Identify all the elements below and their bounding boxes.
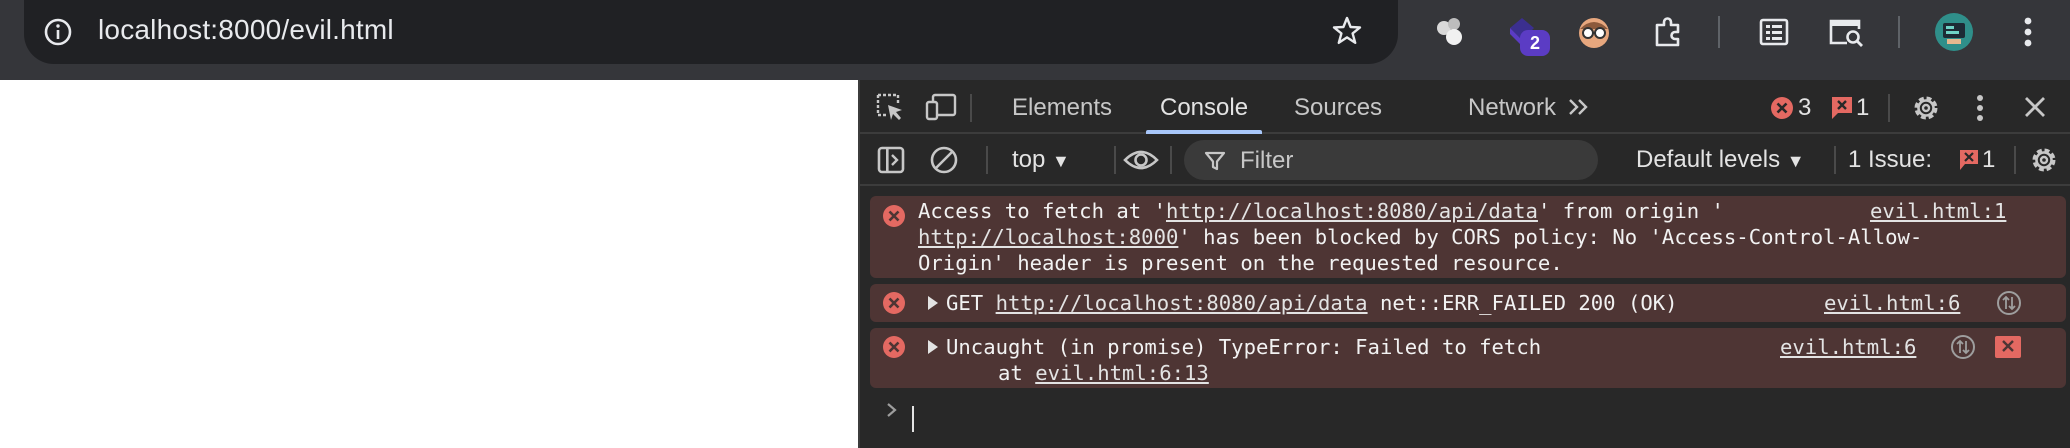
filter-placeholder: Filter: [1240, 147, 1294, 174]
message-line: Access to fetch at 'http://localhost:808…: [918, 198, 1724, 224]
console-settings-gear-icon[interactable]: [2028, 144, 2060, 176]
message-url-link[interactable]: http://localhost:8080/api/data: [1166, 199, 1538, 223]
request-url-link[interactable]: http://localhost:8080/api/data: [996, 291, 1368, 315]
issue-flag-icon[interactable]: [1830, 95, 1854, 121]
issues-label: 1 Issue:: [1848, 146, 1933, 173]
tab-elements[interactable]: Elements: [1012, 94, 1112, 122]
message-text: at: [998, 361, 1023, 385]
source-link[interactable]: evil.html:6: [1780, 334, 1916, 360]
message-text: Uncaught (in promise) TypeError: Failed …: [946, 335, 1542, 359]
context-value: top: [1012, 146, 1046, 173]
console-error-message[interactable]: GET http://localhost:8080/api/data net::…: [870, 284, 2066, 322]
message-text: ' from origin ': [1537, 199, 1724, 223]
devtools-menu-icon[interactable]: [1970, 92, 1990, 124]
message-text: ' has been blocked by CORS policy: No 'A…: [1178, 225, 1923, 249]
tab-search-icon[interactable]: [1826, 12, 1866, 52]
expand-triangle-icon[interactable]: [928, 340, 938, 354]
chevron-down-icon: ▼: [1052, 151, 1070, 171]
error-icon: [882, 291, 906, 315]
settings-gear-icon[interactable]: [1910, 92, 1942, 124]
page-viewport[interactable]: [0, 80, 858, 448]
message-text: net::ERR_FAILED 200 (OK): [1379, 291, 1678, 315]
filter-funnel-icon: [1202, 148, 1228, 174]
chevron-down-icon: ▼: [1786, 151, 1805, 171]
error-icon: [882, 204, 906, 228]
devtools-tab-bar: Elements Console Sources Network 3 1: [860, 80, 2070, 134]
more-menu-icon[interactable]: [2008, 12, 2048, 52]
message-line: at evil.html:6:13: [998, 360, 1209, 386]
toolbar-separator: [1718, 16, 1720, 48]
url-text[interactable]: localhost:8000/evil.html: [98, 14, 394, 46]
profile-avatar-icon[interactable]: [1934, 12, 1974, 52]
console-prompt-chevron-icon: [882, 398, 902, 422]
network-request-icon[interactable]: [1996, 290, 2022, 316]
tab-separator: [1888, 94, 1890, 122]
toolbar-separator: [2014, 146, 2016, 174]
console-input[interactable]: [912, 406, 914, 432]
close-devtools-icon[interactable]: [2020, 92, 2050, 122]
device-toolbar-icon[interactable]: [924, 91, 958, 123]
live-expression-eye-icon[interactable]: [1116, 144, 1166, 176]
reading-list-icon[interactable]: [1754, 12, 1794, 52]
clear-console-icon[interactable]: [928, 144, 960, 176]
tab-sources[interactable]: Sources: [1294, 94, 1382, 122]
message-line: GET http://localhost:8080/api/data net::…: [946, 290, 1678, 316]
console-error-message[interactable]: Uncaught (in promise) TypeError: Failed …: [870, 328, 2066, 388]
request-method: GET: [946, 291, 984, 315]
log-levels-dropdown[interactable]: Default levels ▼: [1636, 146, 1805, 174]
expand-triangle-icon[interactable]: [928, 296, 938, 310]
stack-frame-link[interactable]: evil.html:6:13: [1035, 361, 1209, 385]
network-request-icon[interactable]: [1950, 334, 1976, 360]
tab-separator: [970, 94, 972, 122]
message-text: Origin' header is present on the request…: [918, 251, 1563, 275]
execution-context-select[interactable]: top ▼: [1012, 146, 1070, 174]
error-count[interactable]: 3: [1798, 94, 1811, 122]
message-line: http://localhost:8000' has been blocked …: [918, 224, 1922, 250]
issue-flag-icon[interactable]: [1958, 147, 1980, 173]
filter-input[interactable]: Filter: [1184, 140, 1598, 180]
extension-glasses-icon[interactable]: [1574, 12, 1614, 52]
browser-toolbar: localhost:8000/evil.html 2: [0, 0, 2070, 80]
log-levels-label: Default levels: [1636, 146, 1781, 173]
address-bar[interactable]: localhost:8000/evil.html: [24, 0, 1398, 64]
extension-count-badge: 2: [1520, 30, 1550, 56]
extension-cluster-icon[interactable]: [1430, 12, 1470, 52]
source-link[interactable]: evil.html:6: [1824, 290, 1960, 316]
sidebar-toggle-icon[interactable]: [876, 144, 906, 176]
tab-network[interactable]: Network: [1468, 94, 1556, 122]
toolbar-separator: [1834, 146, 1836, 174]
console-error-message[interactable]: Access to fetch at 'http://localhost:808…: [870, 196, 2066, 278]
devtools-panel: Elements Console Sources Network 3 1 top…: [858, 80, 2070, 448]
inspect-element-icon[interactable]: [874, 91, 906, 123]
issues-summary[interactable]: 1 Issue:: [1848, 146, 1932, 174]
issue-count[interactable]: 1: [1856, 94, 1869, 122]
error-icon: [882, 335, 906, 359]
bookmark-star-icon[interactable]: [1330, 14, 1364, 48]
error-count-icon[interactable]: [1770, 96, 1794, 120]
site-info-icon[interactable]: [42, 16, 74, 48]
message-text: Access to fetch at ': [918, 199, 1166, 223]
extensions-puzzle-icon[interactable]: [1648, 12, 1688, 52]
toolbar-separator: [1170, 146, 1172, 174]
source-link[interactable]: evil.html:1: [1870, 198, 2006, 224]
issues-count[interactable]: 1: [1982, 146, 1995, 174]
toolbar-separator: [986, 146, 988, 174]
console-toolbar: top ▼ Filter Default levels ▼ 1 Issue: 1: [860, 134, 2070, 186]
message-origin-link[interactable]: http://localhost:8000: [918, 225, 1178, 249]
more-tabs-chevron-icon[interactable]: [1564, 92, 1594, 122]
toolbar-separator: [1898, 16, 1900, 48]
tab-console[interactable]: Console: [1160, 94, 1248, 122]
issue-flag-icon[interactable]: [1994, 334, 2022, 360]
